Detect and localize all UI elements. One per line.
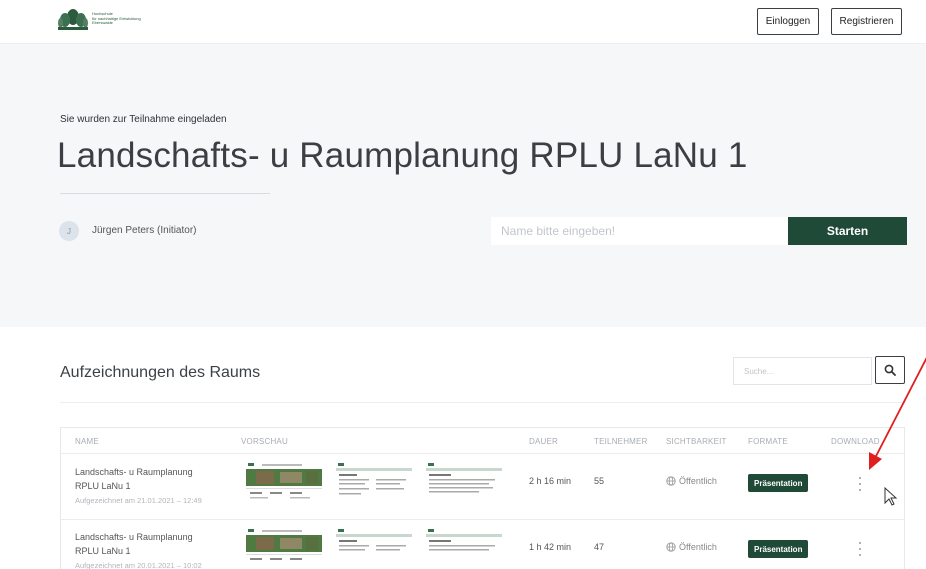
recordings-table: NAME VORSCHAU DAUER TEILNEHMER SICHTBARK…	[60, 427, 905, 569]
visibility-status[interactable]: Öffentlich	[666, 476, 717, 486]
visibility-label: Öffentlich	[679, 542, 717, 552]
preview-thumbnail[interactable]	[246, 528, 322, 569]
table-row: Landschafts- u Raumplanung RPLU LaNu 1 A…	[61, 453, 904, 509]
format-presentation-button[interactable]: Präsentation	[748, 540, 809, 558]
recording-name[interactable]: Landschafts- u Raumplanung RPLU LaNu 1	[75, 465, 193, 493]
column-header-duration: DAUER	[529, 437, 559, 446]
column-header-download: DOWNLOAD	[831, 437, 880, 446]
recording-participants: 55	[594, 476, 605, 486]
room-title: Landschafts- u Raumplanung RPLU LaNu 1	[57, 136, 748, 175]
recording-name-line: RPLU LaNu 1	[75, 546, 131, 556]
start-button[interactable]: Starten	[788, 217, 907, 245]
recording-duration: 1 h 42 min	[529, 542, 572, 552]
logo-text: Hochschule für nachhaltige Entwicklung E…	[92, 11, 141, 26]
search-button[interactable]	[875, 356, 905, 384]
preview-thumbnail[interactable]	[336, 462, 412, 504]
logo-line: Eberswalde	[92, 20, 113, 26]
search-icon	[884, 364, 896, 376]
download-menu-icon[interactable]	[855, 477, 865, 491]
recording-name-line: Landschafts- u Raumplanung	[75, 532, 193, 542]
column-header-participants: TEILNEHMER	[594, 437, 648, 446]
login-button[interactable]: Einloggen	[757, 8, 819, 35]
column-header-formats: FORMATE	[748, 437, 788, 446]
recordings-search-input[interactable]	[733, 357, 872, 385]
column-header-visibility: SICHTBARKEIT	[666, 437, 727, 446]
recording-name-line: Landschafts- u Raumplanung	[75, 467, 193, 477]
recordings-divider	[60, 402, 905, 403]
preview-thumbnail[interactable]	[426, 462, 502, 504]
logo-mark-icon	[58, 9, 88, 30]
university-logo[interactable]: Hochschule für nachhaltige Entwicklung E…	[58, 8, 141, 30]
globe-icon	[666, 476, 676, 486]
register-button[interactable]: Registrieren	[831, 8, 902, 35]
download-menu-icon[interactable]	[855, 542, 865, 556]
owner-avatar: J	[59, 221, 79, 241]
preview-thumbnail[interactable]	[246, 462, 322, 504]
recording-name-line: RPLU LaNu 1	[75, 481, 131, 491]
recorded-date: Aufgezeichnet am 20.01.2021 – 10:02	[75, 561, 202, 569]
visibility-status[interactable]: Öffentlich	[666, 542, 717, 552]
recordings-title: Aufzeichnungen des Raums	[60, 364, 261, 381]
preview-thumbnail[interactable]	[426, 528, 502, 569]
invite-text: Sie wurden zur Teilnahme eingeladen	[60, 114, 227, 125]
top-navbar: Hochschule für nachhaltige Entwicklung E…	[0, 0, 926, 44]
recording-participants: 47	[594, 542, 605, 552]
column-header-preview: VORSCHAU	[241, 437, 288, 446]
owner-name: Jürgen Peters (Initiator)	[92, 225, 197, 236]
name-input[interactable]	[491, 217, 788, 245]
recording-name[interactable]: Landschafts- u Raumplanung RPLU LaNu 1	[75, 530, 193, 558]
globe-icon	[666, 542, 676, 552]
format-presentation-button[interactable]: Präsentation	[748, 474, 809, 492]
column-header-name: NAME	[75, 437, 99, 446]
recorded-date: Aufgezeichnet am 21.01.2021 – 12:49	[75, 496, 202, 505]
title-divider	[60, 193, 270, 194]
recording-duration: 2 h 16 min	[529, 476, 572, 486]
visibility-label: Öffentlich	[679, 476, 717, 486]
preview-thumbnail[interactable]	[336, 528, 412, 569]
room-hero	[0, 44, 926, 327]
table-row: Landschafts- u Raumplanung RPLU LaNu 1 A…	[61, 519, 904, 569]
